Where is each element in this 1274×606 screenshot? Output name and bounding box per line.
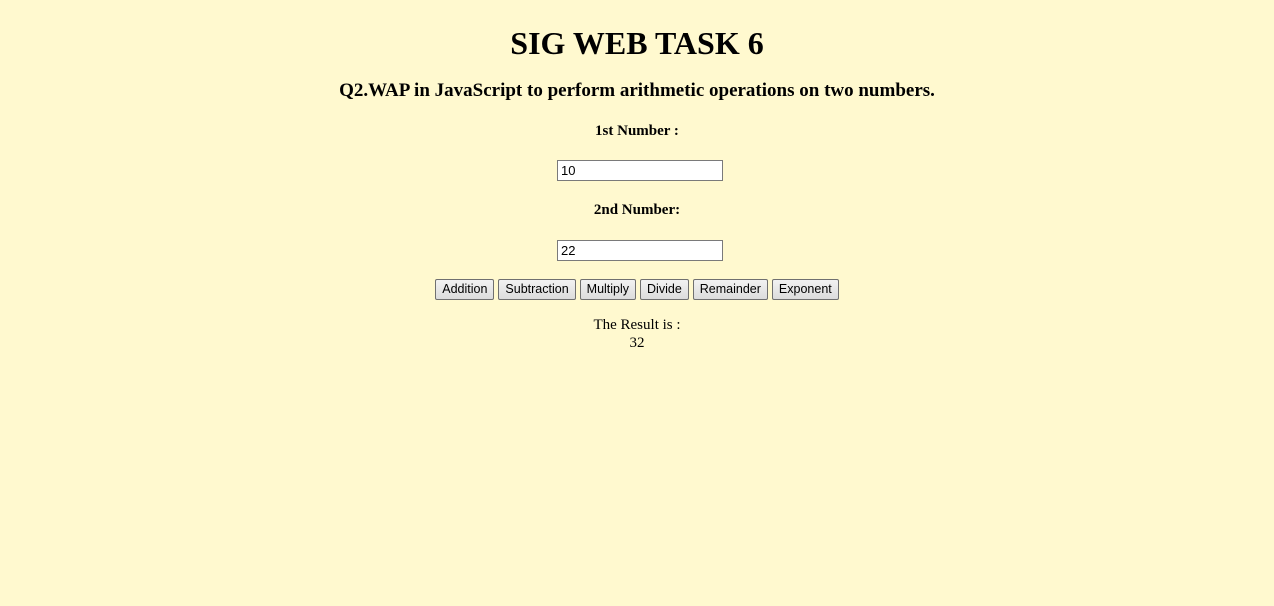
addition-button[interactable]: Addition — [435, 279, 495, 300]
operation-buttons: Addition Subtraction Multiply Divide Rem… — [0, 279, 1274, 300]
first-number-label: 1st Number : — [595, 123, 679, 139]
page-title: SIG WEB TASK 6 — [510, 25, 764, 61]
page-body: { "header": { "title": "SIG WEB TASK 6",… — [0, 0, 1274, 606]
divide-button[interactable]: Divide — [640, 279, 689, 300]
exponent-button[interactable]: Exponent — [771, 279, 839, 300]
remainder-button[interactable]: Remainder — [692, 279, 768, 300]
second-number-label: 2nd Number: — [593, 202, 681, 218]
result-label: The Result is : — [593, 317, 681, 333]
subtraction-button[interactable]: Subtraction — [498, 279, 576, 300]
question-heading: Q2.WAP in JavaScript to perform arithmet… — [339, 80, 935, 101]
first-number-input[interactable] — [557, 160, 723, 181]
multiply-button[interactable]: Multiply — [579, 279, 637, 300]
result-value: 32 — [629, 335, 645, 351]
second-number-input[interactable] — [557, 240, 723, 261]
